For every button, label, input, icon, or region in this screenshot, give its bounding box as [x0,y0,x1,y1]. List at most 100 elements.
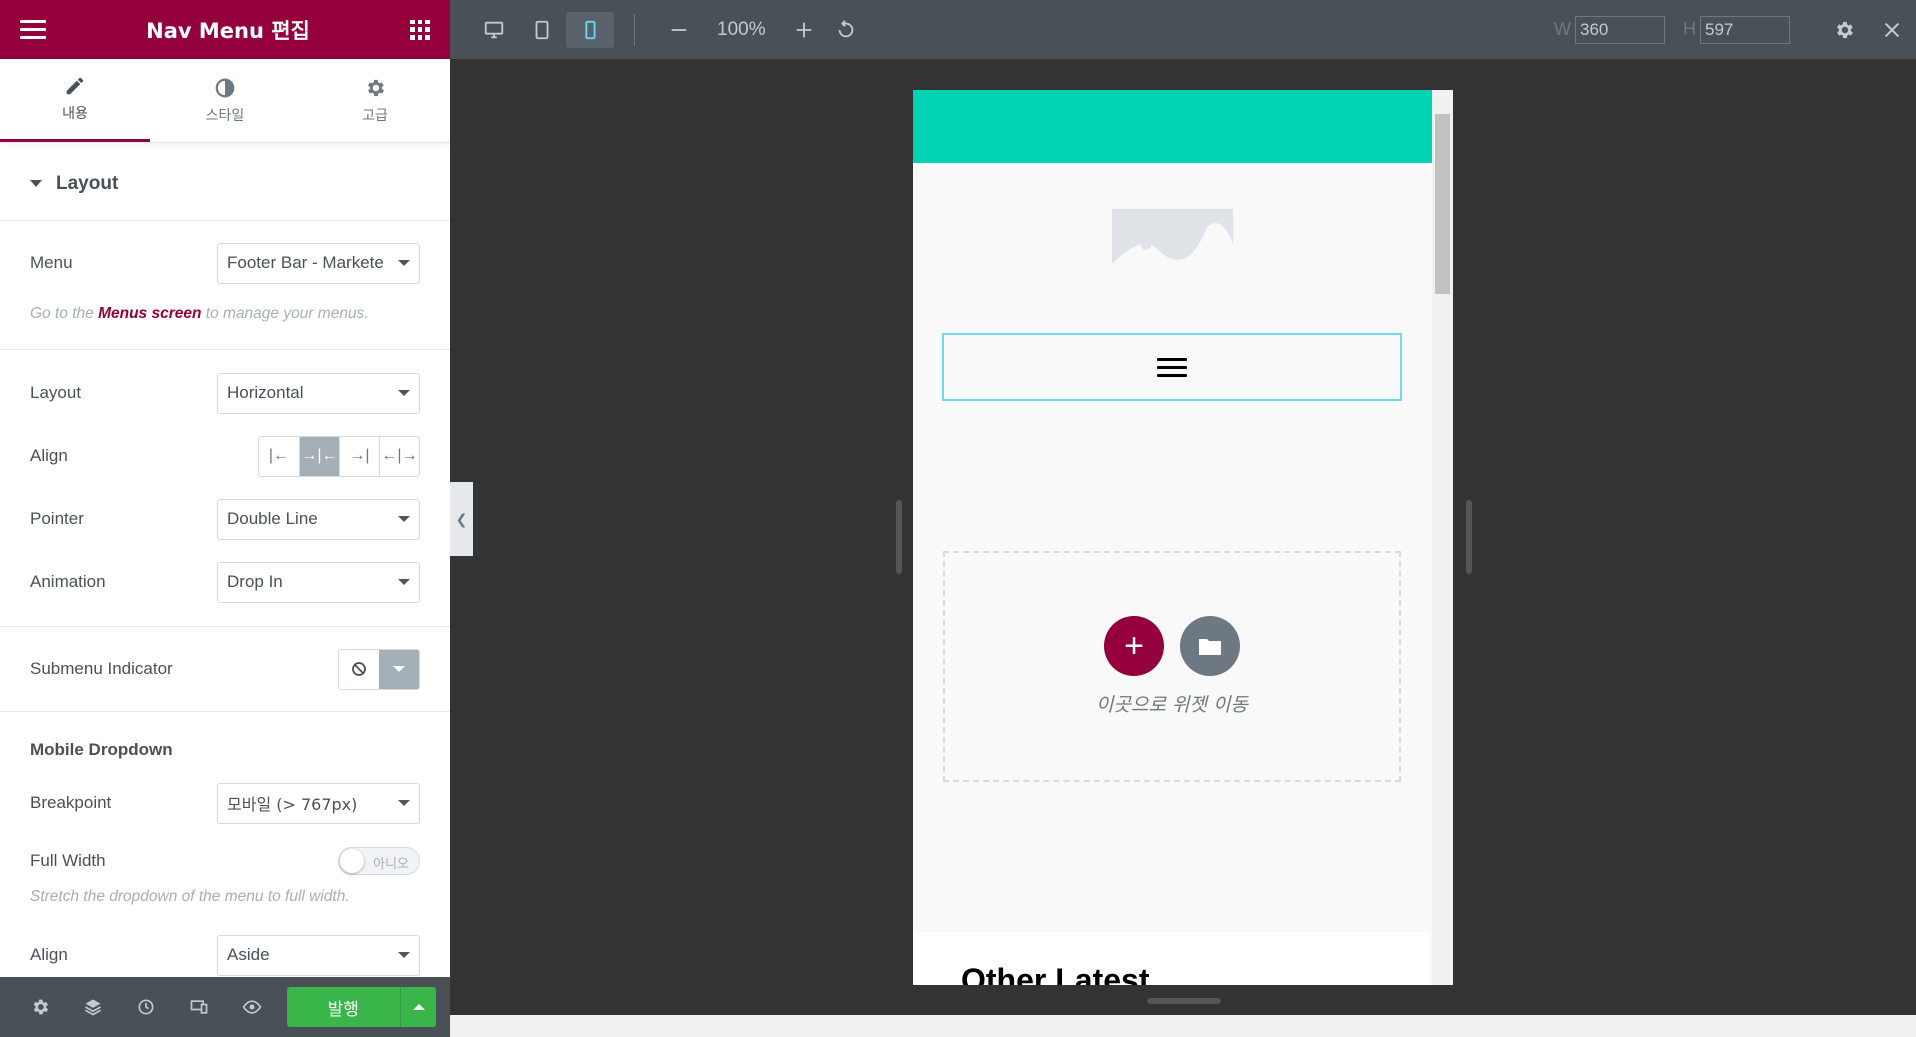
mobile-dropdown-heading: Mobile Dropdown [30,740,173,759]
chevron-down-icon [398,579,410,585]
image-icon [1112,223,1233,289]
menus-screen-link[interactable]: Menus screen [98,305,201,322]
animation-select[interactable]: Drop In [217,561,420,603]
align-center-icon[interactable]: →|← [299,436,339,476]
full-width-hint: Stretch the dropdown of the menu to full… [30,888,350,905]
panel-title: Nav Menu 편집 [146,18,310,43]
resize-handle-left[interactable] [896,500,902,574]
responsive-button[interactable] [173,997,226,1017]
device-settings-button[interactable] [1820,19,1868,41]
height-label: H [1683,19,1696,39]
close-responsive-button[interactable] [1868,19,1916,41]
publish-options-button[interactable] [400,987,436,1027]
nav-menu-widget[interactable] [942,333,1402,401]
zoom-in-button[interactable] [780,19,828,41]
desktop-view-button[interactable] [470,19,518,41]
layout-label: Layout [30,383,82,402]
preview-button[interactable] [226,997,279,1017]
caret-up-icon [412,1004,425,1010]
widgets-grid-icon[interactable] [410,19,430,40]
ban-icon [339,650,379,689]
layout-select[interactable]: Horizontal [217,372,420,414]
width-label: W [1554,19,1571,39]
chevron-left-icon: ❮ [455,510,468,527]
folder-icon [1199,639,1221,655]
align-start-icon[interactable]: |← [259,437,299,476]
tablet-icon [535,20,549,39]
menu-hint-suffix: to manage your menus. [201,305,369,322]
editor-panel: Nav Menu 편집 내용 스타일 고급 Layout Menu Footer… [0,0,450,1037]
plus-icon [796,22,811,37]
scrollbar-thumb[interactable] [1435,114,1450,294]
template-library-button[interactable] [1180,616,1240,676]
menu-icon[interactable] [20,15,46,44]
reset-zoom-button[interactable] [828,19,864,41]
width-input[interactable] [1575,15,1665,44]
navigator-button[interactable] [67,997,120,1017]
animation-label: Animation [30,572,106,591]
resize-handle-right[interactable] [1466,500,1472,574]
caret-down-icon [30,180,42,187]
align-label: Align [30,446,68,465]
align-justify-icon[interactable]: ←|→ [379,436,419,476]
submenu-indicator-picker[interactable] [338,648,420,690]
zoom-out-button[interactable] [655,19,703,41]
resize-handle-bottom[interactable] [1147,998,1221,1004]
tab-content[interactable]: 내용 [0,59,150,142]
publish-button[interactable]: 발행 [286,987,401,1027]
history-button[interactable] [120,997,173,1017]
tab-advanced[interactable]: 고급 [300,59,450,142]
menu-label: Menu [30,253,73,272]
breakpoint-select[interactable]: 모바일 (> 767px) [217,782,420,824]
tab-content-label: 내용 [62,106,88,122]
tablet-view-button[interactable] [518,19,566,41]
tab-style[interactable]: 스타일 [150,59,300,142]
section-layout-header[interactable]: Layout [0,147,450,221]
add-section-button[interactable]: + [1104,616,1164,676]
header-bar [913,90,1432,163]
dimensions: W H [1554,15,1790,44]
panel-tabs: 내용 스타일 고급 [0,59,450,143]
collapse-panel-button[interactable]: ❮ [450,482,473,556]
menu-control: Menu Footer Bar - Markete [0,221,450,305]
layout-select-value: Horizontal [227,383,304,402]
chevron-down-icon[interactable] [379,649,419,689]
mobile-icon [585,20,596,39]
submenu-indicator-label: Submenu Indicator [30,659,173,678]
eye-icon [242,1000,262,1014]
tab-advanced-label: 고급 [362,107,388,124]
height-input[interactable] [1700,15,1790,44]
mobile-view-button[interactable] [566,11,614,48]
pointer-select[interactable]: Double Line [217,498,420,540]
section-title: Layout [56,172,119,194]
hamburger-icon[interactable] [1157,353,1187,382]
contrast-icon [215,78,235,97]
chevron-down-icon [398,516,410,522]
align-end-icon[interactable]: →| [339,436,379,476]
breakpoint-select-value: 모바일 (> 767px) [227,795,358,814]
widget-dropzone[interactable]: + 이곳으로 위젯 이동 [943,551,1401,782]
toggle-knob [340,849,364,873]
full-width-toggle[interactable]: 아니오 [338,847,420,875]
chevron-down-icon [398,952,410,958]
section-heading: Other Latest [961,962,1150,985]
image-placeholder[interactable] [1112,209,1233,289]
devices-icon [190,1000,208,1014]
full-width-label: Full Width [30,851,106,870]
settings-button[interactable] [14,997,67,1017]
gear-icon [34,999,49,1015]
layers-icon [85,999,102,1016]
pointer-label: Pointer [30,509,84,528]
panel-header: Nav Menu 편집 [0,0,450,59]
horizontal-scrollbar[interactable] [450,1015,1916,1037]
align-button-group: |← →|← →| ←|→ [258,435,420,477]
align-control: Align |← →|← →| ←|→ [0,435,450,477]
panel-footer: 발행 [0,977,450,1037]
vertical-scrollbar[interactable] [1432,90,1453,985]
pointer-select-value: Double Line [227,509,318,528]
full-width-control: Full Width 아니오 [0,834,450,888]
align2-select[interactable]: Aside [217,934,420,976]
menu-select[interactable]: Footer Bar - Markete [217,242,420,284]
pointer-control: Pointer Double Line [0,476,450,562]
breakpoint-label: Breakpoint [30,793,112,812]
